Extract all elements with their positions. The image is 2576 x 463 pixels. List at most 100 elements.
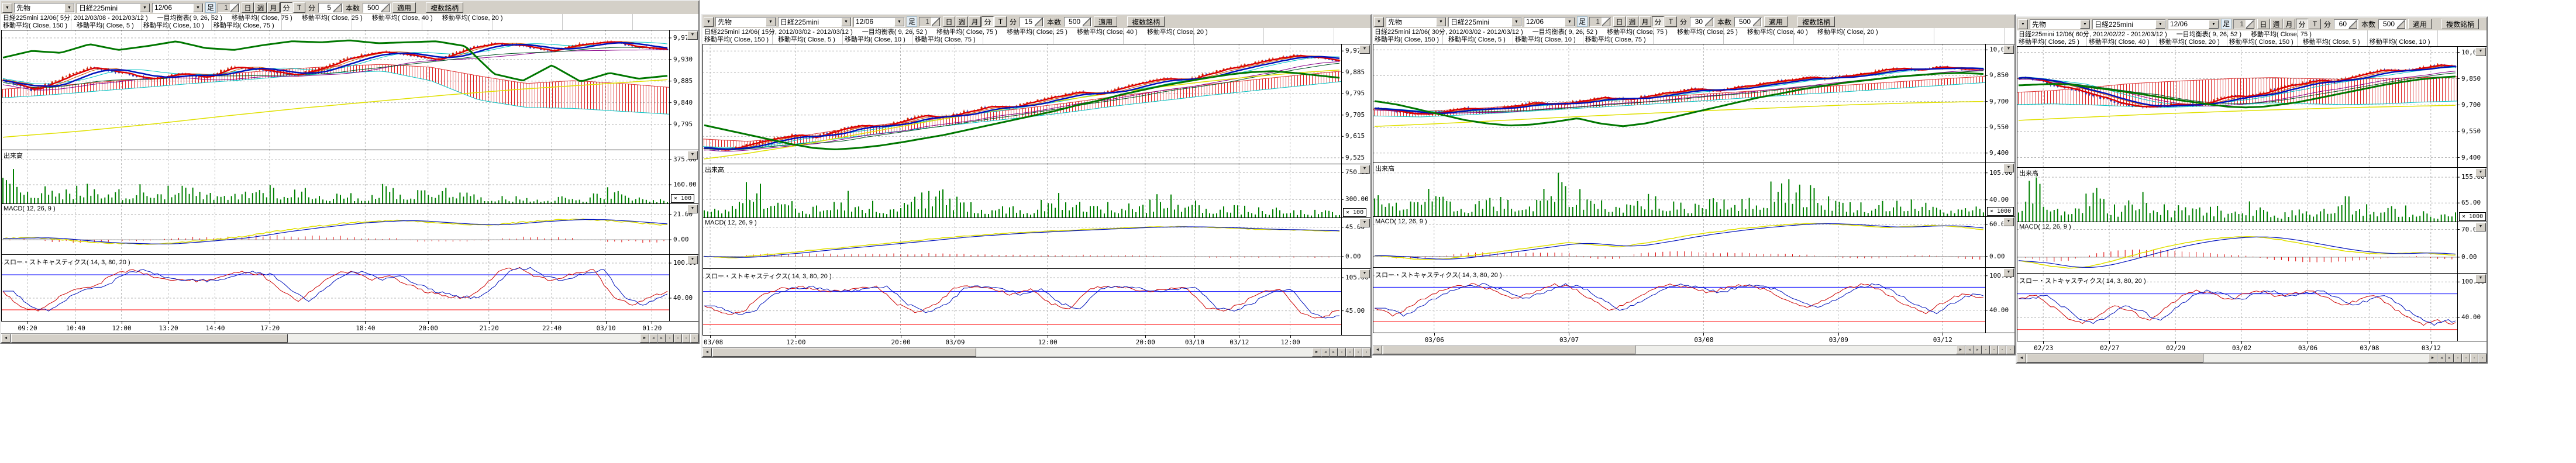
symbol-select[interactable]: 日経225mini ▼ xyxy=(778,17,852,27)
minutes-spinner[interactable]: 5 xyxy=(318,3,343,13)
horizontal-scrollbar[interactable]: ◄►◄►▪▪▪▪ xyxy=(1,333,698,343)
period-button-month[interactable]: 月 xyxy=(969,16,981,27)
scroll-shortcut-button[interactable]: ► xyxy=(1974,345,1982,354)
scrollbar-thumb[interactable] xyxy=(1383,345,1635,354)
window-select-dropdown[interactable]: ▼ xyxy=(2,3,12,13)
scroll-shortcut-button[interactable]: ◄ xyxy=(1321,348,1330,357)
bar-count-spinner[interactable]: 500 xyxy=(2378,19,2406,29)
multi-symbol-button[interactable]: 複数銘柄 xyxy=(1797,16,1835,27)
spinner-icon[interactable] xyxy=(2246,20,2254,29)
period-button-month[interactable]: 月 xyxy=(1639,16,1651,27)
period-button-week[interactable]: 週 xyxy=(254,2,267,13)
scroll-right-button[interactable]: ► xyxy=(1312,348,1321,357)
multi-symbol-button[interactable]: 複数銘柄 xyxy=(1127,16,1165,27)
stoch-pane-menu-button[interactable]: ▼ xyxy=(2003,268,2014,277)
scroll-shortcut-button[interactable]: ► xyxy=(1330,348,1338,357)
scroll-shortcut-button[interactable]: ▪ xyxy=(1982,345,1990,354)
period-button-day[interactable]: 日 xyxy=(2257,19,2270,29)
chart-plot-area[interactable]: 9,9759,8859,7959,7059,6159,525750.00300.… xyxy=(702,44,1370,336)
scroll-shortcut-button[interactable]: ▪ xyxy=(674,334,682,343)
volume-pane-menu-button[interactable]: ▼ xyxy=(2475,168,2486,177)
spinner-icon[interactable] xyxy=(333,4,342,12)
period-button-month[interactable]: 月 xyxy=(267,2,280,13)
contract-month-select[interactable]: 12/06 ▼ xyxy=(2168,19,2219,29)
macd-pane-menu-button[interactable]: ▼ xyxy=(2003,217,2014,226)
price-pane-menu-button[interactable]: ▼ xyxy=(2475,47,2486,56)
scroll-left-button[interactable]: ◄ xyxy=(2017,354,2026,362)
period-button-minute[interactable]: 分 xyxy=(280,2,292,13)
scroll-shortcut-button[interactable]: ▪ xyxy=(1990,345,1998,354)
period-button-week[interactable]: 週 xyxy=(1626,16,1638,27)
spinner-icon[interactable] xyxy=(2396,20,2405,29)
chart-plot-area[interactable]: 10,0009,8509,7009,5509,400155.0065.0070.… xyxy=(2017,46,2487,341)
scroll-right-button[interactable]: ► xyxy=(2428,354,2437,362)
price-pane-menu-button[interactable]: ▼ xyxy=(687,31,698,40)
scroll-shortcut-button[interactable]: ▪ xyxy=(1338,348,1346,357)
horizontal-scrollbar[interactable]: ◄►◄►▪▪▪▪ xyxy=(1373,345,2014,354)
minutes-spinner[interactable]: 30 xyxy=(1690,17,1714,27)
scroll-shortcut-button[interactable]: ▪ xyxy=(2454,354,2462,362)
period-button-month[interactable]: 月 xyxy=(2283,19,2295,29)
spinner-icon[interactable] xyxy=(230,4,239,12)
horizontal-scrollbar[interactable]: ◄►◄►▪▪▪▪ xyxy=(2017,353,2487,362)
chart-canvas[interactable] xyxy=(1,30,698,322)
spinner-icon[interactable] xyxy=(1082,18,1091,26)
scroll-shortcut-button[interactable]: ▪ xyxy=(690,334,698,343)
scrollbar-thumb[interactable] xyxy=(712,348,976,357)
period-button-minute[interactable]: 分 xyxy=(982,16,994,27)
symbol-select[interactable]: 日経225mini ▼ xyxy=(2092,19,2166,29)
minutes-spinner[interactable]: 15 xyxy=(1020,17,1044,27)
window-select-dropdown[interactable]: ▼ xyxy=(1374,17,1384,27)
scroll-shortcut-button[interactable]: ► xyxy=(657,334,666,343)
tick-count-spinner[interactable]: 1 xyxy=(1589,17,1611,27)
period-button-tick[interactable]: T xyxy=(2309,19,2321,29)
scrollbar-thumb[interactable] xyxy=(2027,354,2203,362)
market-select[interactable]: 先物 ▼ xyxy=(2030,19,2091,29)
period-button-minute[interactable]: 分 xyxy=(1652,16,1664,27)
multi-symbol-button[interactable]: 複数銘柄 xyxy=(426,2,463,13)
scroll-shortcut-button[interactable]: ▪ xyxy=(2478,354,2487,362)
period-button-day[interactable]: 日 xyxy=(943,16,955,27)
price-pane-menu-button[interactable]: ▼ xyxy=(1359,45,1370,54)
minutes-spinner[interactable]: 60 xyxy=(2334,19,2358,29)
scrollbar-track[interactable] xyxy=(1382,345,1956,354)
scroll-shortcut-button[interactable]: ▪ xyxy=(1998,345,2006,354)
scroll-shortcut-button[interactable]: ◄ xyxy=(2437,354,2446,362)
scroll-shortcut-button[interactable]: ▪ xyxy=(1362,348,1370,357)
market-select[interactable]: 先物 ▼ xyxy=(1386,17,1447,27)
symbol-select[interactable]: 日経225mini ▼ xyxy=(77,3,150,13)
window-select-dropdown[interactable]: ▼ xyxy=(2018,19,2028,29)
apply-button[interactable]: 適用 xyxy=(1094,16,1117,27)
period-button-week[interactable]: 週 xyxy=(2270,19,2282,29)
chart-canvas[interactable] xyxy=(1373,44,2014,333)
period-button-week[interactable]: 週 xyxy=(956,16,968,27)
macd-pane-menu-button[interactable]: ▼ xyxy=(2475,223,2486,231)
spinner-icon[interactable] xyxy=(381,4,390,12)
scroll-shortcut-button[interactable]: ▪ xyxy=(2006,345,2014,354)
scroll-left-button[interactable]: ◄ xyxy=(1,334,11,343)
scroll-right-button[interactable]: ► xyxy=(1956,345,1965,354)
spinner-icon[interactable] xyxy=(1034,18,1043,26)
scroll-shortcut-button[interactable]: ► xyxy=(2446,354,2454,362)
chart-canvas[interactable] xyxy=(2017,46,2487,341)
spinner-icon[interactable] xyxy=(1752,18,1761,26)
stoch-pane-menu-button[interactable]: ▼ xyxy=(1359,269,1370,278)
spinner-icon[interactable] xyxy=(2348,20,2357,29)
scrollbar-track[interactable] xyxy=(712,348,1312,357)
scroll-left-button[interactable]: ◄ xyxy=(1373,345,1382,354)
apply-button[interactable]: 適用 xyxy=(2408,19,2432,29)
symbol-select[interactable]: 日経225mini ▼ xyxy=(1448,17,1522,27)
macd-pane-menu-button[interactable]: ▼ xyxy=(1359,219,1370,227)
spinner-icon[interactable] xyxy=(1602,18,1610,26)
bar-count-spinner[interactable]: 500 xyxy=(363,3,391,13)
scroll-shortcut-button[interactable]: ◄ xyxy=(1965,345,1974,354)
scroll-shortcut-button[interactable]: ▪ xyxy=(666,334,674,343)
bar-count-spinner[interactable]: 500 xyxy=(1734,17,1762,27)
period-button-day[interactable]: 日 xyxy=(1613,16,1626,27)
contract-month-select[interactable]: 12/06 ▼ xyxy=(152,3,204,13)
volume-pane-menu-button[interactable]: ▼ xyxy=(1359,165,1370,174)
bar-count-spinner[interactable]: 500 xyxy=(1064,17,1092,27)
period-button-day[interactable]: 日 xyxy=(242,2,254,13)
period-button-tick[interactable]: T xyxy=(293,2,305,13)
period-button-tick[interactable]: T xyxy=(994,16,1007,27)
